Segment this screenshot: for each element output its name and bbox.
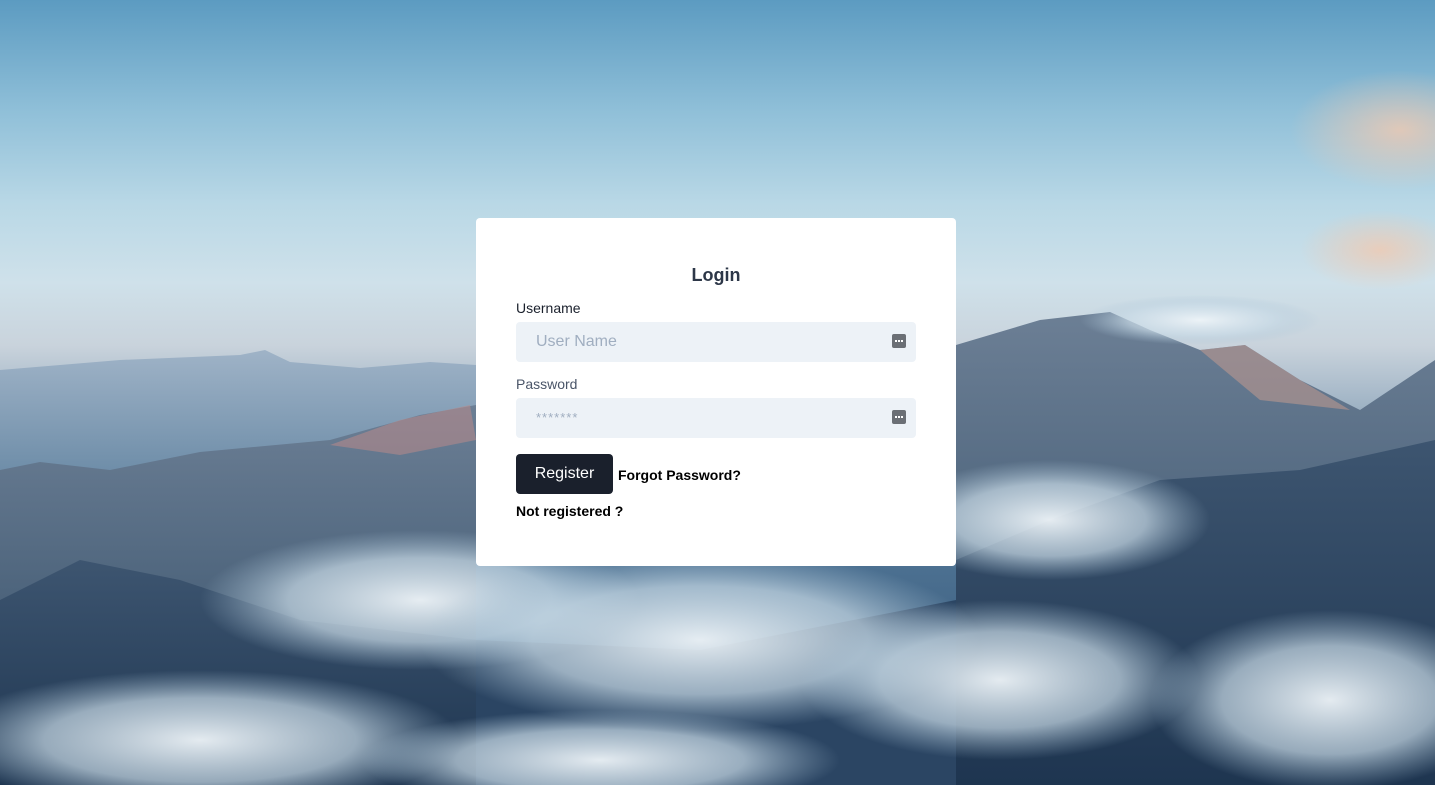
- password-input[interactable]: [516, 398, 916, 438]
- not-registered-link[interactable]: Not registered ?: [516, 503, 623, 519]
- login-card: Login Username Password Register Forgot …: [476, 218, 956, 566]
- username-field-wrapper: [516, 322, 916, 362]
- login-title: Login: [691, 265, 741, 285]
- forgot-password-link[interactable]: Forgot Password?: [618, 467, 741, 483]
- password-label: Password: [516, 376, 578, 392]
- register-button[interactable]: Register: [516, 454, 613, 494]
- username-input[interactable]: [516, 322, 916, 362]
- username-label: Username: [516, 300, 581, 316]
- password-manager-icon[interactable]: [892, 334, 906, 348]
- password-field-wrapper: [516, 398, 916, 438]
- password-manager-icon[interactable]: [892, 410, 906, 424]
